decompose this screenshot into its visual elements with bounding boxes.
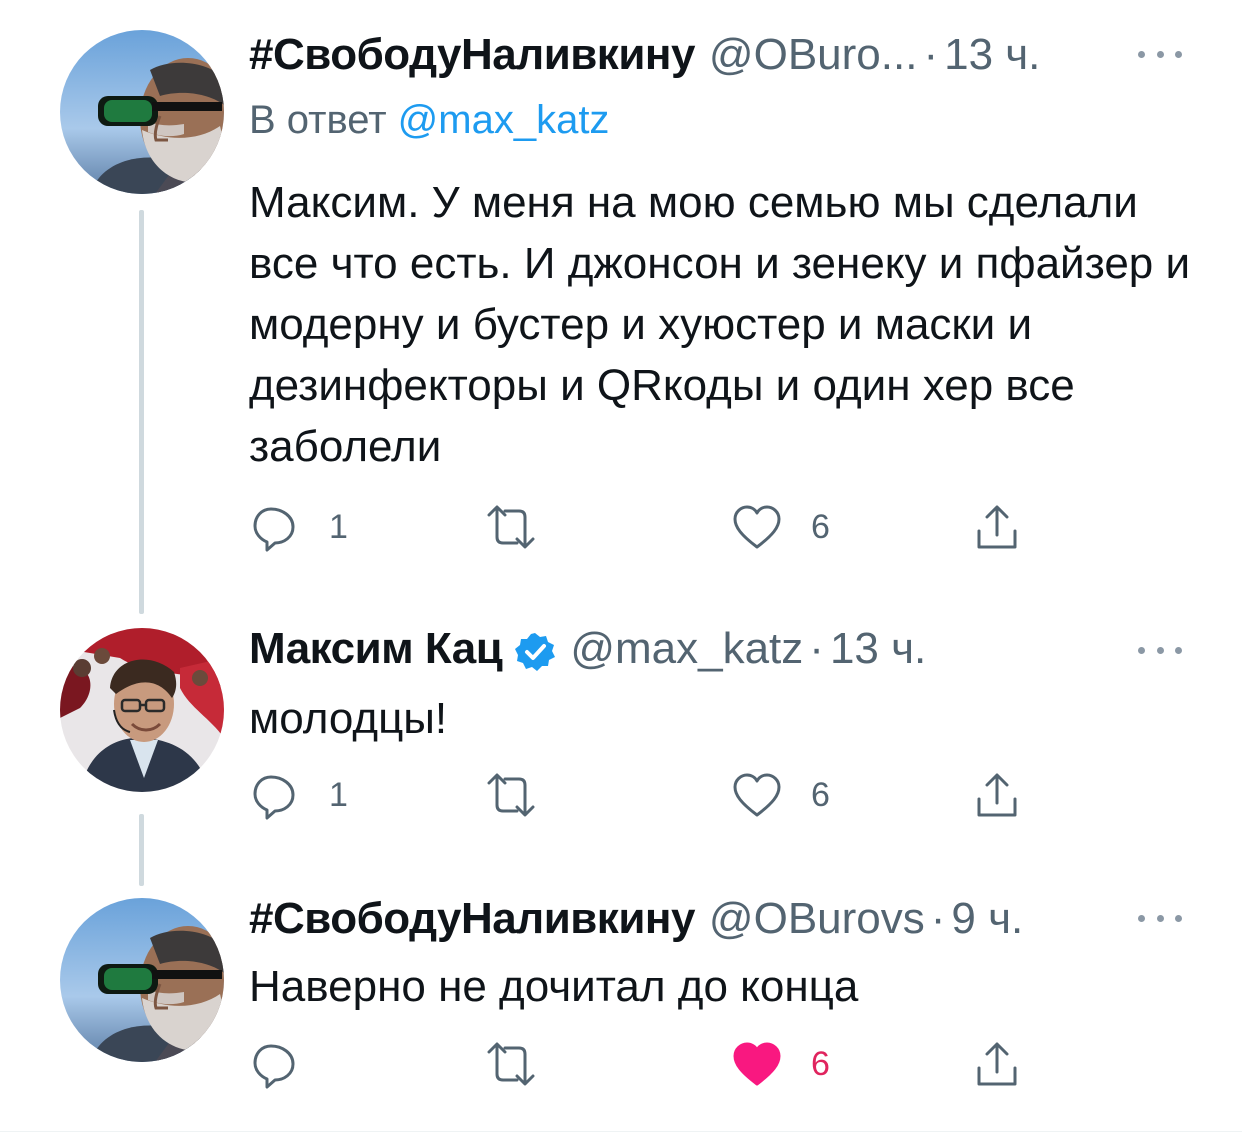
retweet-button[interactable] <box>481 497 569 557</box>
separator-dot: · <box>930 894 946 943</box>
verified-badge-icon <box>515 633 556 671</box>
thread-line <box>139 210 144 614</box>
reply-button[interactable]: 1 <box>249 497 348 557</box>
divider <box>0 1131 1242 1132</box>
bearded-man-sunglasses-avatar <box>60 898 224 1062</box>
avatar[interactable] <box>60 30 224 194</box>
heart-filled-icon <box>733 1042 781 1086</box>
reply-count: 1 <box>329 775 348 814</box>
tweet-actions: 1 6 <box>249 765 1049 825</box>
more-dot-icon <box>1138 914 1145 922</box>
retweet-icon <box>487 773 535 817</box>
tweet-thread: #СвободуНаливкину @OBuro... · 13 ч. В от… <box>0 0 1242 1134</box>
reply-button[interactable]: 1 <box>249 765 348 825</box>
more-dot-icon <box>1138 646 1145 654</box>
tweet-actions: 1 6 <box>249 497 1049 557</box>
more-options-button[interactable] <box>1138 908 1182 928</box>
avatar[interactable] <box>60 628 224 792</box>
retweet-button[interactable] <box>481 765 569 825</box>
tweet-timestamp[interactable]: 13 ч. <box>944 30 1040 80</box>
tweet[interactable]: #СвободуНаливкину @OBuro... · 13 ч. В от… <box>0 0 1242 614</box>
like-count: 6 <box>811 507 830 546</box>
tweet-header: #СвободуНаливкину @OBuro... · 13 ч. <box>249 30 1202 86</box>
tweet[interactable]: #СвободуНаливкину @OBurovs · 9 ч. Наверн… <box>0 870 1242 1134</box>
separator-dot: · <box>809 624 824 673</box>
share-button[interactable] <box>971 497 1023 557</box>
user-handle[interactable]: @OBurovs <box>709 894 925 944</box>
user-handle[interactable]: @OBuro... <box>709 30 918 80</box>
like-button[interactable]: 6 <box>731 497 830 557</box>
more-dot-icon <box>1138 50 1145 58</box>
reply-mention-link[interactable]: @max_katz <box>398 98 610 142</box>
tweet-header: Максим Кац @max_katz · 13 ч. <box>249 624 1202 680</box>
avatar[interactable] <box>60 898 224 1062</box>
more-options-button[interactable] <box>1138 44 1182 64</box>
user-handle[interactable]: @max_katz <box>570 624 803 674</box>
tweet-timestamp[interactable]: 13 ч. <box>830 624 926 674</box>
reply-button[interactable] <box>249 1034 329 1094</box>
bearded-man-sunglasses-avatar <box>60 30 224 194</box>
more-dot-icon <box>1156 914 1164 922</box>
tweet-text: молодцы! <box>249 694 448 743</box>
tweet-actions: 6 <box>249 1034 1049 1094</box>
share-icon <box>977 505 1017 549</box>
heart-icon <box>733 505 781 549</box>
more-dot-icon <box>1175 914 1182 922</box>
retweet-icon <box>487 505 535 549</box>
more-options-button[interactable] <box>1138 640 1182 660</box>
more-dot-icon <box>1175 50 1182 58</box>
reply-prefix: В ответ <box>249 98 387 142</box>
more-dot-icon <box>1175 646 1182 654</box>
share-icon <box>977 1042 1017 1086</box>
reply-icon <box>253 507 295 552</box>
reply-count: 1 <box>329 507 348 546</box>
like-button[interactable]: 6 <box>731 1034 830 1094</box>
share-button[interactable] <box>971 765 1023 825</box>
share-button[interactable] <box>971 1034 1023 1094</box>
reply-icon <box>253 1044 295 1089</box>
like-button[interactable]: 6 <box>731 765 830 825</box>
separator-dot: · <box>923 30 939 79</box>
more-dot-icon <box>1156 646 1164 654</box>
heart-icon <box>733 773 781 817</box>
like-count: 6 <box>811 775 830 814</box>
display-name[interactable]: Максим Кац <box>249 624 503 674</box>
man-with-headset-avatar <box>60 628 224 792</box>
reply-icon <box>253 775 295 820</box>
share-icon <box>977 773 1017 817</box>
more-dot-icon <box>1156 50 1164 58</box>
tweet-text: Максим. У меня на мою семью мы сделали в… <box>249 178 1191 471</box>
display-name[interactable]: #СвободуНаливкину <box>249 30 695 80</box>
retweet-icon <box>487 1042 535 1086</box>
retweet-button[interactable] <box>481 1034 569 1094</box>
like-count: 6 <box>811 1044 830 1083</box>
reply-context: В ответ @max_katz <box>249 98 609 143</box>
tweet[interactable]: Максим Кац @max_katz · 13 ч. молодцы! 1 <box>0 600 1242 886</box>
display-name[interactable]: #СвободуНаливкину <box>249 894 695 944</box>
tweet-header: #СвободуНаливкину @OBurovs · 9 ч. <box>249 894 1202 950</box>
tweet-timestamp[interactable]: 9 ч. <box>951 894 1023 944</box>
tweet-text: Наверно не дочитал до конца <box>249 962 859 1011</box>
